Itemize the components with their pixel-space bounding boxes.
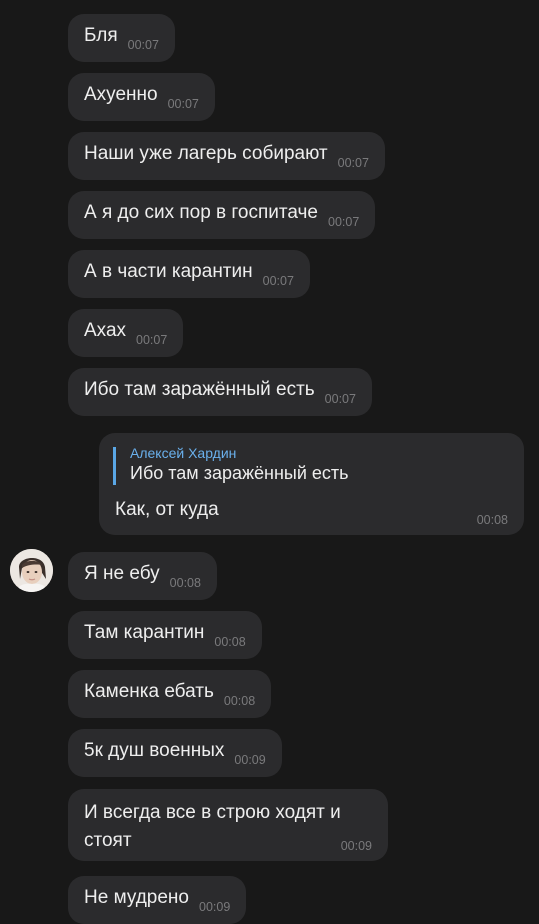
message-text: Каменка ебать bbox=[84, 681, 214, 702]
message-bubble[interactable]: Ибо там заражённый есть 00:07 bbox=[68, 368, 372, 416]
message-bubble[interactable]: Наши уже лагерь собирают 00:07 bbox=[68, 132, 385, 180]
message-text: Ахуенно bbox=[84, 84, 158, 105]
message-text: А я до сих пор в госпитаче bbox=[84, 202, 319, 223]
message-time: 00:07 bbox=[262, 274, 294, 288]
message-bubble[interactable]: 5к душ военных 00:09 bbox=[68, 729, 282, 777]
message-time: 00:09 bbox=[340, 839, 372, 853]
message-time: 00:08 bbox=[476, 513, 508, 527]
reply-text: Ибо там заражённый есть bbox=[130, 463, 349, 483]
message-text: Я не ебу bbox=[84, 563, 160, 584]
message-time: 00:07 bbox=[127, 38, 159, 52]
message-bubble[interactable]: Ахуенно 00:07 bbox=[68, 73, 215, 121]
reply-author: Алексей Хардин bbox=[130, 445, 237, 461]
message-time: 00:07 bbox=[167, 97, 199, 111]
message-text: Ибо там заражённый есть bbox=[84, 379, 315, 400]
message-bubble[interactable]: Каменка ебать 00:08 bbox=[68, 670, 272, 718]
message-text: Ахах bbox=[84, 320, 127, 341]
message-time: 00:07 bbox=[337, 156, 369, 170]
chat-thread[interactable]: Бля 00:07 Ахуенно 00:07 Наши уже лагерь … bbox=[0, 0, 539, 924]
user-avatar[interactable] bbox=[10, 549, 53, 592]
message-bubble[interactable]: А я до сих пор в госпитаче 00:07 bbox=[68, 191, 376, 239]
message-time: 00:07 bbox=[324, 392, 356, 406]
message-time: 00:09 bbox=[199, 900, 231, 914]
message-time: 00:07 bbox=[136, 333, 168, 347]
message-text: 5к душ военных bbox=[84, 740, 225, 761]
message-text: Там карантин bbox=[84, 622, 205, 643]
message-bubble[interactable]: А в части карантин 00:07 bbox=[68, 250, 310, 298]
message-text: А в части карантин bbox=[84, 261, 253, 282]
outgoing-message-bubble[interactable]: Алексей Хардин Ибо там заражённый есть К… bbox=[99, 433, 524, 535]
reply-quote[interactable]: Алексей Хардин Ибо там заражённый есть bbox=[113, 445, 349, 485]
message-bubble[interactable]: Там карантин 00:08 bbox=[68, 611, 262, 659]
message-text: Наши уже лагерь собирают bbox=[84, 143, 328, 164]
message-bubble[interactable]: Я не ебу 00:08 bbox=[68, 552, 217, 600]
message-time: 00:09 bbox=[234, 753, 266, 767]
message-time: 00:08 bbox=[223, 694, 256, 708]
message-bubble[interactable]: Не мудрено 00:09 bbox=[68, 876, 247, 924]
message-bubble[interactable]: И всегда все в строю ходят и стоят 00:09 bbox=[68, 789, 388, 861]
message-bubble[interactable]: Ахах 00:07 bbox=[68, 309, 184, 357]
message-time: 00:08 bbox=[169, 576, 201, 590]
message-text: И всегда все в строю ходят и стоят bbox=[84, 802, 341, 851]
message-text: Как, от куда bbox=[115, 499, 219, 520]
message-time: 00:07 bbox=[328, 215, 360, 229]
avatar-photo-icon bbox=[10, 549, 53, 592]
message-text: Бля bbox=[84, 25, 118, 46]
message-text: Не мудрено bbox=[84, 887, 189, 908]
message-time: 00:08 bbox=[214, 635, 246, 649]
message-bubble[interactable]: Бля 00:07 bbox=[68, 14, 175, 62]
